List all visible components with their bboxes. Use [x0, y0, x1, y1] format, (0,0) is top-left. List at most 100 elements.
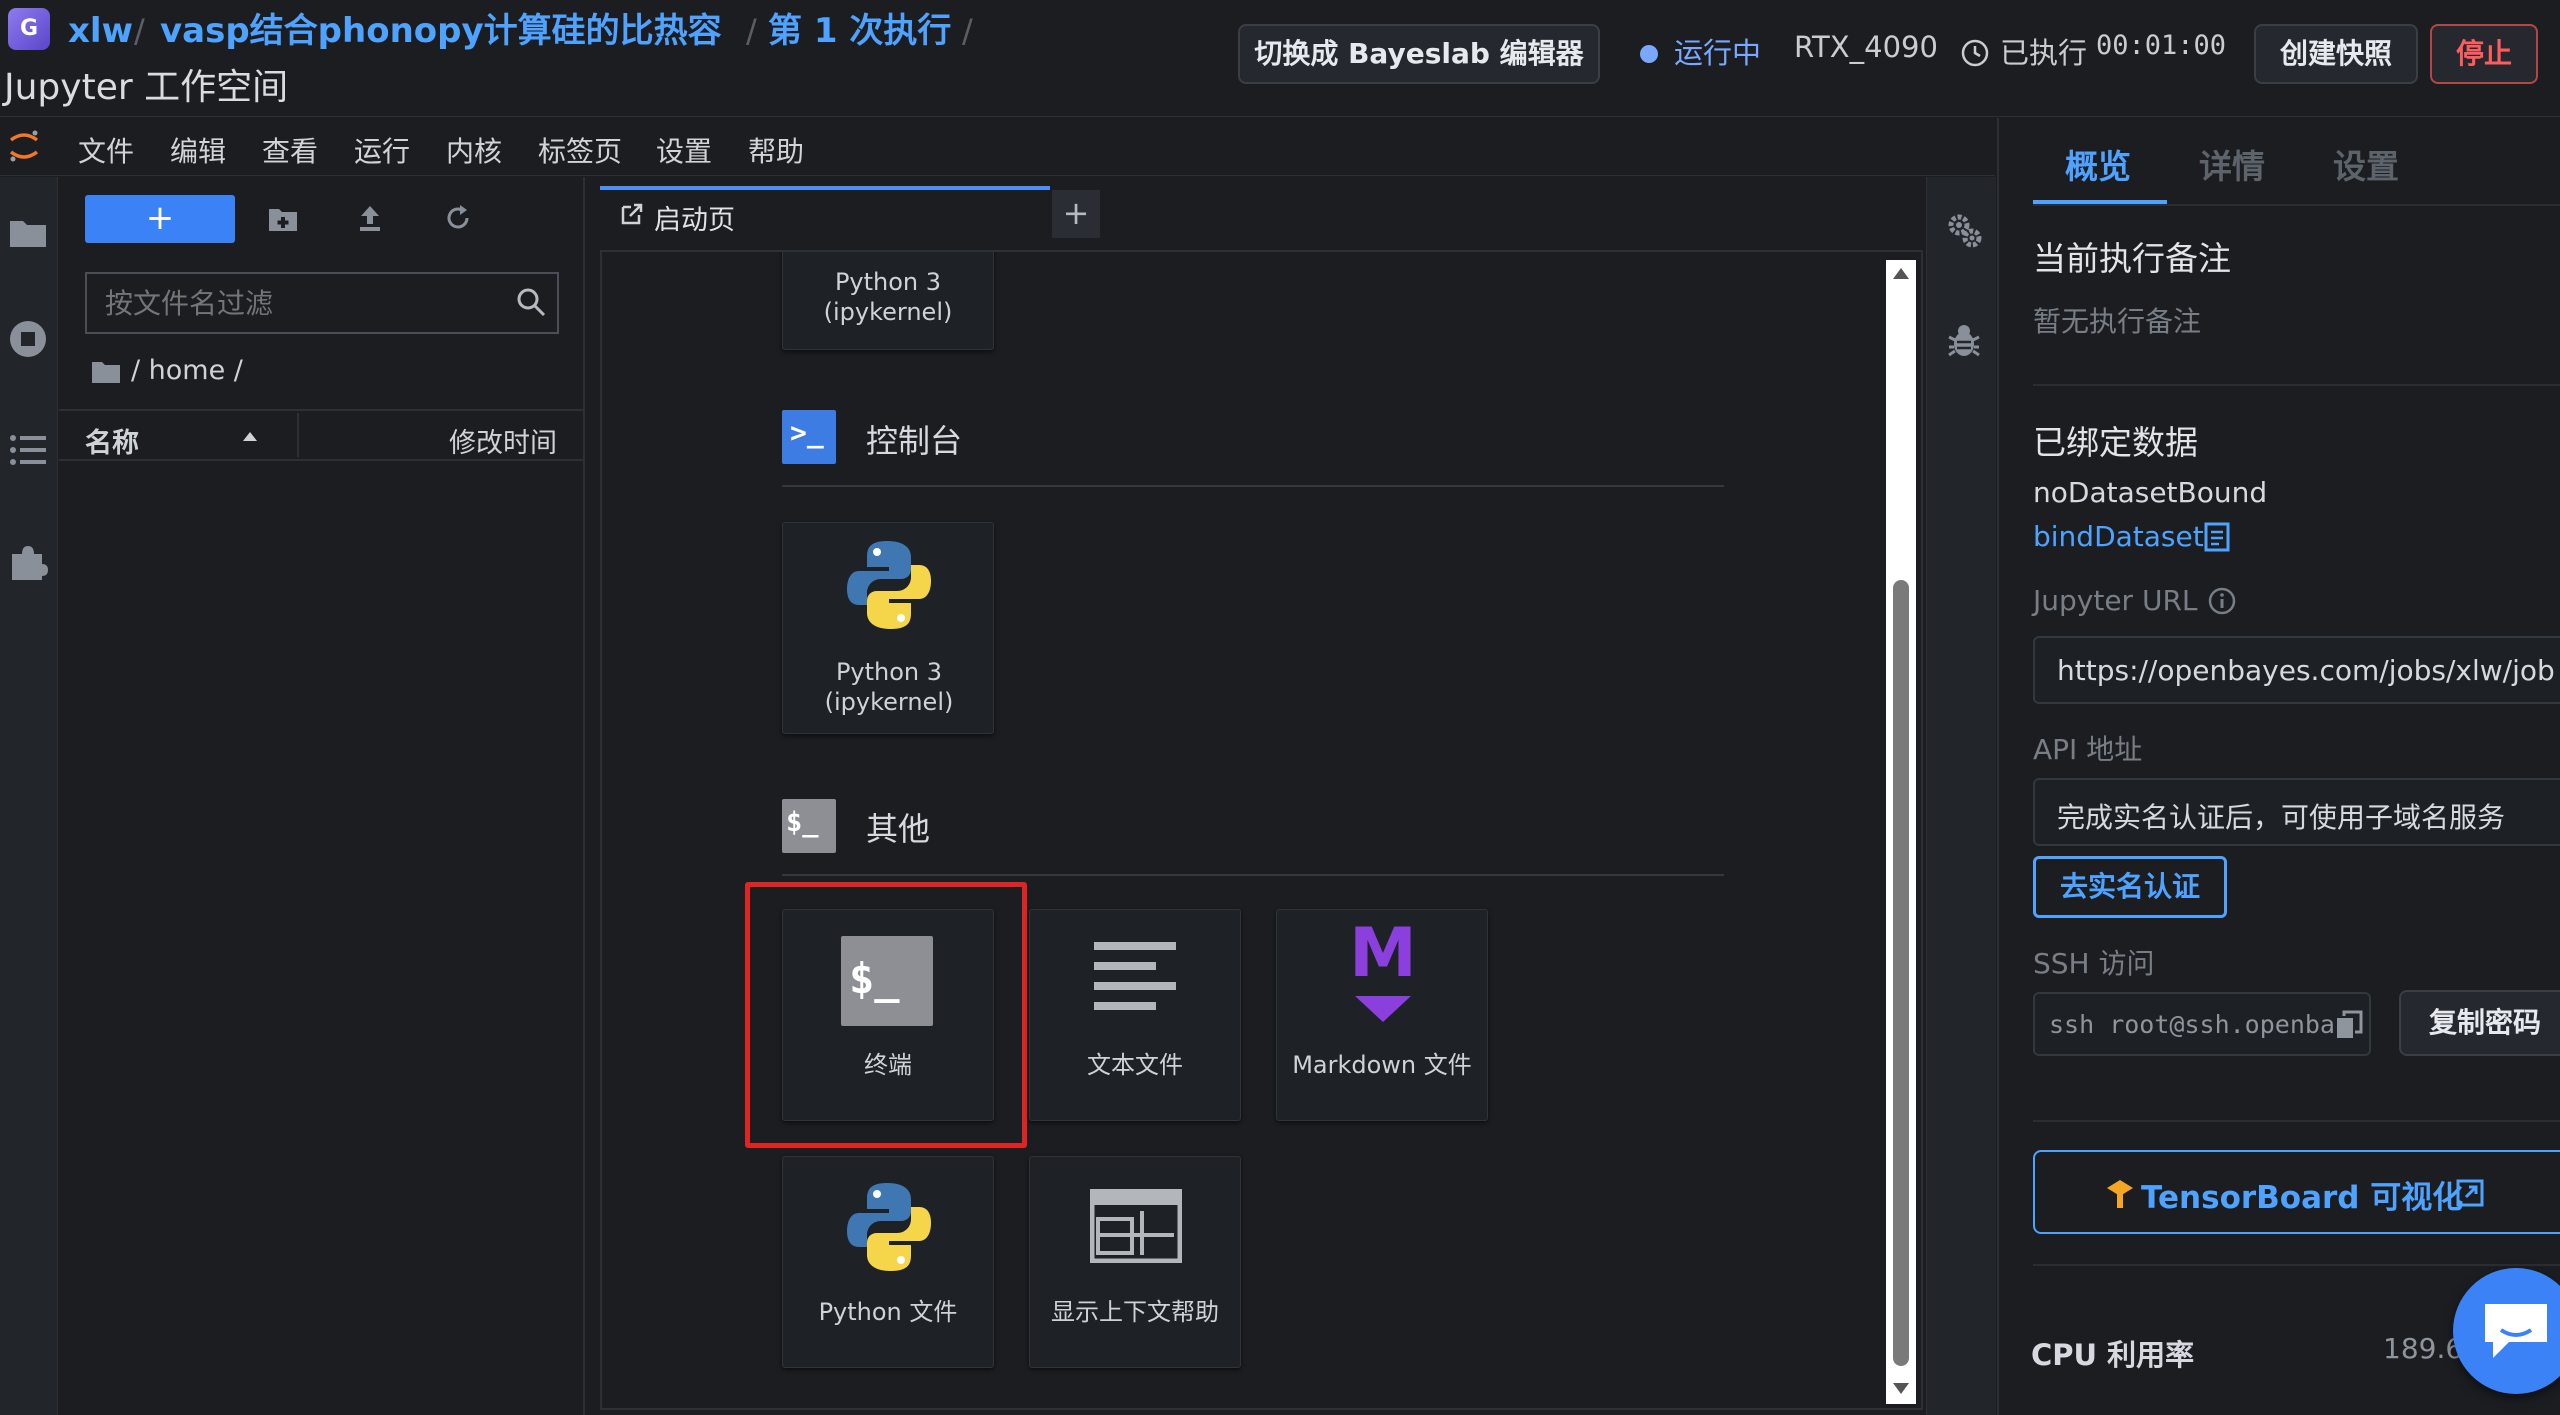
breadcrumb-folder-icon[interactable]: [91, 359, 121, 385]
workspace-title: Jupyter 工作空间: [4, 67, 289, 108]
menu-run[interactable]: 运行: [354, 130, 410, 170]
launcher-tab-icon: [621, 203, 643, 225]
launcher-scrollbar[interactable]: [1886, 260, 1916, 1404]
copy-icon[interactable]: [2335, 1010, 2363, 1040]
menu-tabs[interactable]: 标签页: [538, 130, 622, 170]
switch-editor-button[interactable]: 切换成 Bayeslab 编辑器: [1238, 24, 1600, 84]
breadcrumb-user[interactable]: xlw: [68, 6, 133, 56]
divider: [59, 409, 583, 411]
external-link-icon: [2456, 1179, 2484, 1207]
openbayes-logo-icon: G: [8, 8, 50, 50]
main-tab-strip: 启动页 +: [600, 186, 1925, 242]
menu-kernel[interactable]: 内核: [446, 130, 502, 170]
copy-password-button[interactable]: 复制密码: [2399, 990, 2560, 1056]
verify-identity-button[interactable]: 去实名认证: [2033, 856, 2227, 918]
property-inspector-gears-icon[interactable]: [1945, 211, 1983, 249]
tab-launcher-label: 启动页: [654, 205, 735, 236]
add-tab-button[interactable]: +: [1052, 190, 1100, 238]
jupyter-url-value: https://openbayes.com/jobs/xlw/job: [2057, 654, 2555, 687]
divider: [2033, 384, 2560, 386]
panel-tab-overview[interactable]: 概览: [2065, 140, 2131, 188]
new-launcher-button[interactable]: +: [85, 195, 235, 243]
divider: [297, 413, 299, 457]
api-address-value: 完成实名认证后，可使用子域名服务: [2057, 801, 2506, 834]
python-logo-icon: [847, 541, 931, 629]
left-activity-bar: [0, 177, 58, 1415]
console-section-title: 控制台: [866, 422, 963, 460]
dataset-title: 已绑定数据: [2033, 423, 2198, 462]
ssh-access-label: SSH 访问: [2033, 947, 2155, 980]
dataset-book-icon[interactable]: [2203, 522, 2231, 552]
ssh-command-field[interactable]: ssh root@ssh.openba: [2033, 992, 2371, 1056]
running-kernels-icon[interactable]: [8, 319, 48, 359]
markdown-file-card[interactable]: M Markdown 文件: [1276, 909, 1488, 1121]
breadcrumb-separator: /: [134, 12, 145, 50]
debugger-bug-icon[interactable]: [1947, 323, 1981, 359]
jupyter-menubar: 文件 编辑 查看 运行 内核 标签页 设置 帮助: [0, 118, 1995, 176]
right-side-strip: [1926, 177, 1996, 1415]
stop-button[interactable]: 停止: [2430, 24, 2538, 84]
python-logo-icon: [847, 1183, 931, 1271]
refresh-icon[interactable]: [443, 203, 473, 233]
status-dot-icon: [1640, 45, 1658, 63]
breadcrumb-separator: /: [962, 12, 973, 50]
file-filter-input[interactable]: [105, 282, 495, 324]
tensorboard-label: TensorBoard 可视化: [2141, 1180, 2464, 1216]
scroll-down-icon[interactable]: [1892, 1382, 1910, 1396]
text-file-card[interactable]: 文本文件: [1029, 909, 1241, 1121]
extension-puzzle-icon[interactable]: [8, 542, 48, 582]
table-of-contents-icon[interactable]: [8, 432, 48, 468]
tensorboard-icon: [2107, 1180, 2133, 1208]
file-path-breadcrumb[interactable]: / home /: [131, 355, 243, 386]
tab-launcher[interactable]: 启动页: [600, 186, 1050, 242]
panel-tab-settings[interactable]: 设置: [2333, 140, 2399, 188]
create-snapshot-button[interactable]: 创建快照: [2254, 24, 2418, 84]
ssh-command-value: ssh root@ssh.openba: [2049, 1010, 2335, 1039]
divider: [59, 459, 583, 461]
job-details-panel: 概览 详情 设置 当前执行备注 暂无执行备注 已绑定数据 noDatasetBo…: [1997, 118, 2560, 1415]
context-help-card[interactable]: 显示上下文帮助: [1029, 1156, 1241, 1368]
file-filter-box[interactable]: [85, 272, 559, 334]
breadcrumb-separator: /: [746, 12, 757, 50]
file-browser-panel: + / home / 名称 修改时间: [59, 177, 585, 1415]
upload-icon[interactable]: [355, 203, 385, 233]
gpu-label: RTX_4090: [1794, 30, 1938, 64]
other-section-title: 其他: [866, 810, 931, 848]
menu-help[interactable]: 帮助: [748, 130, 804, 170]
top-bar: G xlw / vasp结合phonopy计算硅的比热容 / 第 1 次执行 /…: [0, 0, 2560, 117]
python-file-card[interactable]: Python 文件: [782, 1156, 994, 1368]
console-python3-card[interactable]: Python 3 (ipykernel): [782, 522, 994, 734]
jupyter-url-field[interactable]: https://openbayes.com/jobs/xlw/job: [2033, 636, 2560, 704]
other-section-icon: $_: [782, 799, 836, 853]
section-divider: [782, 874, 1724, 876]
menu-view[interactable]: 查看: [262, 130, 318, 170]
scroll-up-icon[interactable]: [1892, 266, 1910, 280]
exec-note-title: 当前执行备注: [2033, 239, 2231, 278]
scrollbar-thumb[interactable]: [1893, 580, 1909, 1366]
exec-note-empty: 暂无执行备注: [2033, 305, 2202, 338]
notebook-python3-card[interactable]: Python 3 (ipykernel): [782, 252, 994, 350]
divider: [2033, 1264, 2560, 1266]
launcher-panel: Python 3 (ipykernel) >_ 控制台 Python 3 (ip…: [600, 250, 1923, 1410]
tensorboard-button[interactable]: TensorBoard 可视化: [2033, 1150, 2560, 1234]
divider: [2033, 1120, 2560, 1122]
menu-settings[interactable]: 设置: [656, 130, 712, 170]
dataset-none-text: noDatasetBound: [2033, 476, 2268, 509]
folder-icon[interactable]: [8, 215, 48, 249]
column-header-name[interactable]: 名称: [85, 421, 139, 460]
chat-support-button[interactable]: [2453, 1268, 2560, 1394]
divider: [2033, 204, 2560, 206]
search-icon[interactable]: [515, 286, 547, 318]
menu-edit[interactable]: 编辑: [170, 130, 226, 170]
column-header-modified[interactable]: 修改时间: [449, 421, 557, 460]
jupyter-logo-icon: [9, 130, 39, 162]
console-section-icon: >_: [782, 410, 836, 464]
breadcrumb-project[interactable]: vasp结合phonopy计算硅的比热容: [160, 6, 722, 56]
chat-bubble-icon: [2485, 1304, 2547, 1358]
info-icon[interactable]: [2207, 586, 2237, 616]
new-folder-icon[interactable]: [267, 205, 299, 233]
panel-tab-details[interactable]: 详情: [2199, 140, 2265, 188]
menu-file[interactable]: 文件: [78, 130, 134, 170]
breadcrumb-run[interactable]: 第 1 次执行: [768, 6, 951, 56]
bind-dataset-link[interactable]: bindDataset: [2033, 520, 2204, 553]
